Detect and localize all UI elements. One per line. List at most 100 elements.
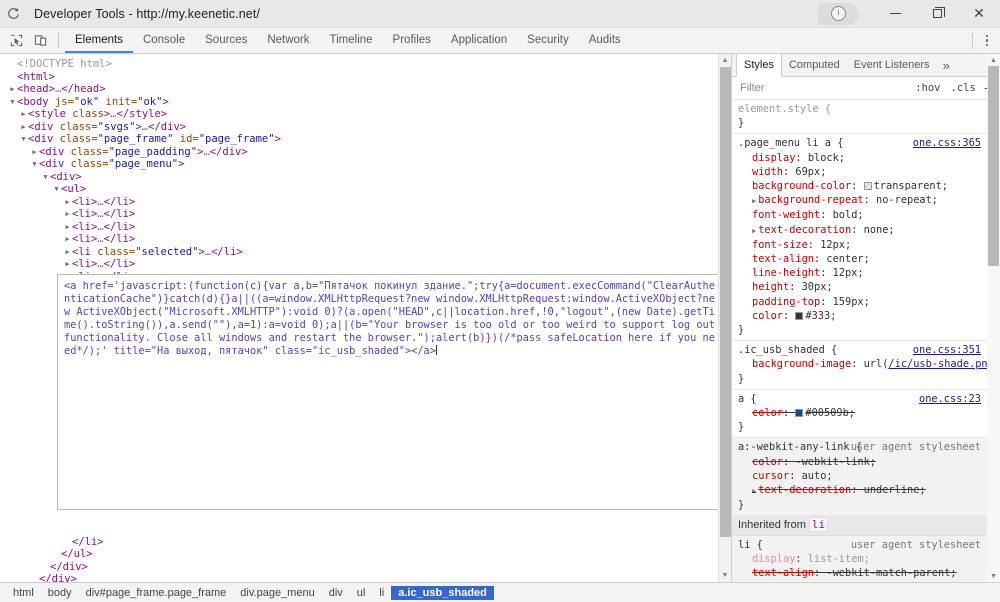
expand-arrow-icon[interactable]: ▶ xyxy=(752,227,756,235)
dom-node[interactable]: ▶</div> xyxy=(8,561,731,574)
more-tabs-icon[interactable]: » xyxy=(937,54,956,76)
css-rule[interactable]: a {one.css:23 color: #00509b;} xyxy=(732,390,987,439)
css-declaration[interactable]: display: block; xyxy=(738,151,981,165)
inherited-from-tag[interactable]: li xyxy=(808,517,829,533)
tab-computed[interactable]: Computed xyxy=(782,54,847,76)
dom-node[interactable]: ▶</div> xyxy=(8,573,731,582)
color-swatch-icon[interactable] xyxy=(795,311,804,320)
tab-application[interactable]: Application xyxy=(441,28,517,53)
styles-scrollbar[interactable]: ▲ ▼ xyxy=(987,54,1000,582)
dom-node[interactable]: ▼ <div> xyxy=(8,171,731,184)
css-declaration[interactable]: background-image: url(/ic/usb-shade.png?… xyxy=(738,357,1000,371)
css-rule[interactable]: li {user agent stylesheet display: list-i… xyxy=(732,535,987,582)
dom-node[interactable]: ▶ <head>…</head> xyxy=(8,83,731,96)
css-selector[interactable]: element.style { xyxy=(738,102,981,116)
tab-timeline[interactable]: Timeline xyxy=(320,28,383,53)
cls-toggle[interactable]: .cls xyxy=(947,81,980,95)
minimize-button[interactable] xyxy=(874,0,916,28)
dom-node[interactable]: ▶</li> xyxy=(8,536,731,549)
dom-node[interactable]: ▶ <div class="page_padding">…</div> xyxy=(8,146,731,159)
css-declaration[interactable]: height: 30px; xyxy=(738,280,981,294)
breadcrumb-item[interactable]: li xyxy=(372,586,391,600)
css-property-value[interactable]: -webkit-match-parent; xyxy=(826,567,956,579)
dom-tree[interactable]: ▶<!DOCTYPE html> ▶<html>▶<head>…</head>▼… xyxy=(0,54,731,582)
css-property-value[interactable]: #00509b; xyxy=(805,407,855,419)
css-rule[interactable]: a:-webkit-any-link {user agent styleshee… xyxy=(732,438,987,517)
css-declaration[interactable]: color: #00509b; xyxy=(738,406,981,420)
css-property-name[interactable]: color xyxy=(752,407,783,419)
dom-node[interactable]: ▶<li>…</li> xyxy=(8,258,731,271)
styles-scroll-down-arrow-icon[interactable]: ▼ xyxy=(987,570,1000,582)
scrollbar-track[interactable] xyxy=(719,67,732,569)
breadcrumb-item[interactable]: div#page_frame.page_frame xyxy=(79,586,234,600)
styles-scrollbar-thumb[interactable] xyxy=(988,66,999,266)
css-declaration[interactable]: text-align: center; xyxy=(738,252,981,266)
css-declaration[interactable]: text-align: -webkit-match-parent; xyxy=(738,566,981,580)
disclosure-triangle-icon[interactable]: ▶ xyxy=(63,196,72,209)
css-property-name[interactable]: background-image xyxy=(752,358,851,370)
css-rule-source[interactable]: one.css:365 xyxy=(913,136,981,150)
dom-node[interactable]: ▶ <div class="svgs">…</div> xyxy=(8,121,731,134)
css-property-name[interactable]: background-color xyxy=(752,180,851,192)
color-swatch-icon[interactable] xyxy=(863,182,872,191)
disclosure-triangle-icon[interactable]: ▶ xyxy=(19,108,28,121)
tab-event-listeners[interactable]: Event Listeners xyxy=(847,54,937,76)
css-rule[interactable]: .ic_usb_shaded {one.css:351 background-im… xyxy=(732,341,1000,390)
filter-input[interactable] xyxy=(738,81,910,95)
css-declaration[interactable]: cursor: auto; xyxy=(738,469,981,483)
expand-arrow-icon[interactable]: ▶ xyxy=(752,487,756,495)
css-property-value[interactable]: none; xyxy=(864,224,895,236)
css-property-value[interactable]: transparent; xyxy=(874,180,948,192)
tab-elements[interactable]: Elements xyxy=(65,28,133,53)
css-property-name[interactable]: line-height xyxy=(752,267,820,279)
css-declaration[interactable]: ▶ background-repeat: no-repeat; xyxy=(738,193,981,208)
css-declaration[interactable]: font-weight: bold; xyxy=(738,208,981,222)
css-property-name[interactable]: text-align xyxy=(752,567,814,579)
tab-console[interactable]: Console xyxy=(133,28,195,53)
css-property-value[interactable]: underline; xyxy=(864,484,926,496)
css-property-name[interactable]: font-weight xyxy=(752,209,820,221)
css-declaration[interactable]: font-size: 12px; xyxy=(738,238,981,252)
disclosure-triangle-icon[interactable]: ▼ xyxy=(8,96,17,109)
hov-toggle[interactable]: :hov xyxy=(911,81,944,95)
dom-node[interactable]: ▶<li>…</li> xyxy=(8,208,731,221)
dom-node[interactable]: ▼ <div class="page_frame" id="page_frame"… xyxy=(8,133,731,146)
css-property-value[interactable]: #333; xyxy=(805,310,836,322)
tab-sources[interactable]: Sources xyxy=(195,28,257,53)
css-property-name[interactable]: width xyxy=(752,166,783,178)
css-declaration[interactable]: background-color: transparent; xyxy=(738,179,981,193)
css-property-value[interactable]: -webkit-link; xyxy=(795,456,876,468)
css-property-name[interactable]: background-repeat xyxy=(758,194,863,206)
css-property-name[interactable]: cursor xyxy=(752,470,789,482)
css-property-value[interactable]: 12px; xyxy=(833,267,864,279)
close-button[interactable]: ✕ xyxy=(958,0,1000,28)
tab-audits[interactable]: Audits xyxy=(579,28,631,53)
tab-profiles[interactable]: Profiles xyxy=(383,28,441,53)
more-options-icon[interactable] xyxy=(978,28,996,54)
css-property-name[interactable]: height xyxy=(752,281,789,293)
css-property-value[interactable]: 30px; xyxy=(802,281,833,293)
disclosure-triangle-icon[interactable]: ▶ xyxy=(19,121,28,134)
css-property-name[interactable]: color xyxy=(752,456,783,468)
disclosure-triangle-icon[interactable]: ▶ xyxy=(63,246,72,259)
css-declaration[interactable]: color: #333; xyxy=(738,309,981,323)
css-property-value[interactable]: url( xyxy=(864,358,889,370)
tab-security[interactable]: Security xyxy=(517,28,579,53)
reload-icon[interactable] xyxy=(0,0,26,28)
dom-node[interactable]: ▶ <li class="selected">…</li> xyxy=(8,246,731,259)
dom-node[interactable]: ▶</ul> xyxy=(8,548,731,561)
disclosure-triangle-icon[interactable]: ▶ xyxy=(8,83,17,96)
css-property-value[interactable]: 159px; xyxy=(833,296,870,308)
breadcrumb-item[interactable]: div xyxy=(322,586,350,600)
tab-styles[interactable]: Styles xyxy=(736,54,782,77)
css-rule[interactable]: element.style {} xyxy=(732,100,987,135)
color-swatch-icon[interactable] xyxy=(795,409,804,418)
dom-node[interactable]: ▼ <body js="ok" init="ok"> xyxy=(8,96,731,109)
scroll-up-arrow-icon[interactable]: ▲ xyxy=(719,54,732,67)
disclosure-triangle-icon[interactable]: ▶ xyxy=(63,208,72,221)
css-rule-source[interactable]: one.css:351 xyxy=(913,343,981,357)
css-property-value[interactable]: list-item; xyxy=(808,553,870,565)
dom-node[interactable]: ▶ <style class>…</style> xyxy=(8,108,731,121)
css-url-link[interactable]: /ic/usb-shade.png?theme=25s3u xyxy=(888,358,1000,370)
breadcrumb-item[interactable]: ul xyxy=(350,586,373,600)
